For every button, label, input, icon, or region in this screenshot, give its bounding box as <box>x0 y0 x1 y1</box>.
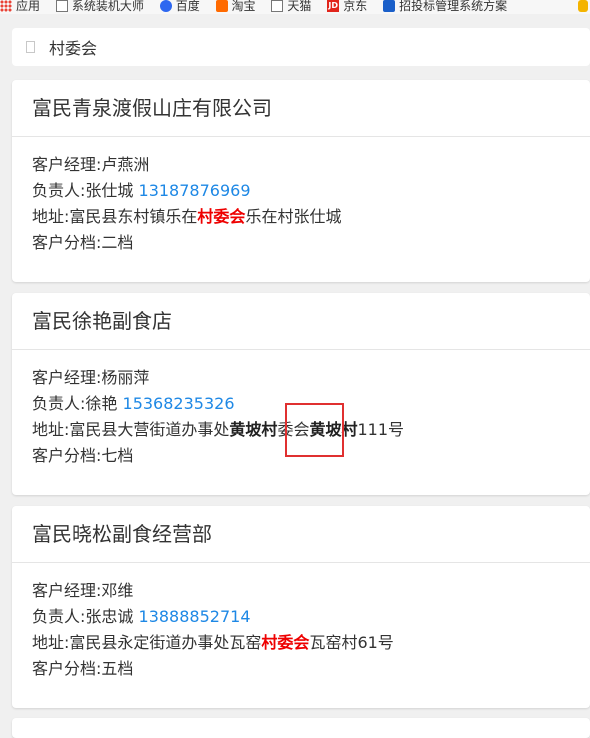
bookmarks-bar: 应用 系统装机大师 百度 淘宝 天猫 JD 京东 招投标管理系统方案 <box>0 0 590 14</box>
phone-link[interactable]: 13888852714 <box>139 607 251 626</box>
card-info: 客户经理:杨丽萍 负责人:徐艳 15368235326 地址:富民县大营街道办事… <box>32 365 404 469</box>
address-line: 地址:富民县东村镇乐在村委会乐在村张仕城 <box>32 204 341 230</box>
tier-line: 客户分档:五档 <box>32 656 394 682</box>
address-label: 地址: <box>32 207 70 226</box>
tier-label: 客户分档: <box>32 446 102 465</box>
tier-value: 二档 <box>101 233 134 252</box>
result-card[interactable]: 富民徐艳副食店 客户经理:杨丽萍 负责人:徐艳 15368235326 地址:富… <box>12 293 590 495</box>
person-value: 徐艳 <box>85 394 118 413</box>
search-bar <box>12 28 590 66</box>
person-label: 负责人: <box>32 181 86 200</box>
jd-icon: JD <box>327 0 340 12</box>
tier-line: 客户分档:二档 <box>32 230 341 256</box>
address-label: 地址: <box>32 420 70 439</box>
address-line: 地址:富民县永定街道办事处瓦窑村委会瓦窑村61号 <box>32 630 394 656</box>
card-info: 客户经理:邓维 负责人:张忠诚 13888852714 地址:富民县永定街道办事… <box>32 578 394 682</box>
phone-link[interactable]: 15368235326 <box>123 394 235 413</box>
baidu-paw-icon <box>159 0 172 12</box>
manager-line: 客户经理:卢燕洲 <box>32 152 341 178</box>
tier-label: 客户分档: <box>32 233 102 252</box>
phone-link[interactable]: 13187876969 <box>139 181 251 200</box>
manager-line: 客户经理:杨丽萍 <box>32 365 404 391</box>
address-text: 富民县大营街道办事处 <box>69 420 230 439</box>
result-card[interactable]: 富民晓松副食经营部 客户经理:邓维 负责人:张忠诚 13888852714 地址… <box>12 506 590 708</box>
bookmark-label: 京东 <box>343 0 368 13</box>
bookmark-system-master[interactable]: 系统装机大师 <box>55 0 144 13</box>
tier-value: 五档 <box>101 659 134 678</box>
bookmark-label: 应用 <box>16 0 41 13</box>
address-highlight: 黄坡村 <box>229 420 278 439</box>
divider <box>12 136 590 137</box>
annotation-highlight-box <box>285 403 344 457</box>
checkbox-icon <box>26 41 35 53</box>
result-card[interactable]: 富民青泉渡假山庄有限公司 客户经理:卢燕洲 负责人:张仕城 1318787696… <box>12 80 590 282</box>
person-line: 负责人:张忠诚 13888852714 <box>32 604 394 630</box>
address-text: 乐在村张仕城 <box>245 207 342 226</box>
manager-label: 客户经理: <box>32 581 102 600</box>
manager-line: 客户经理:邓维 <box>32 578 394 604</box>
manager-value: 邓维 <box>101 581 134 600</box>
divider <box>12 562 590 563</box>
paw-icon <box>383 0 396 12</box>
address-line: 地址:富民县大营街道办事处黄坡村委会黄坡村111号 <box>32 417 404 443</box>
bookmark-label: 招投标管理系统方案 <box>399 0 508 13</box>
address-highlight: 村委会 <box>197 207 246 226</box>
card-title: 富民徐艳副食店 <box>32 309 172 333</box>
extension-icon[interactable] <box>578 0 588 12</box>
manager-value: 杨丽萍 <box>101 368 150 387</box>
person-label: 负责人: <box>32 394 86 413</box>
tier-value: 七档 <box>101 446 134 465</box>
address-text: 111号 <box>357 420 405 439</box>
address-text: 瓦窑村61号 <box>309 633 394 652</box>
address-label: 地址: <box>32 633 70 652</box>
result-card[interactable] <box>12 718 590 738</box>
person-line: 负责人:张仕城 13187876969 <box>32 178 341 204</box>
person-label: 负责人: <box>32 607 86 626</box>
card-title: 富民晓松副食经营部 <box>32 522 212 546</box>
tier-line: 客户分档:七档 <box>32 443 404 469</box>
bookmark-baidu[interactable]: 百度 <box>159 0 200 13</box>
address-text: 富民县永定街道办事处瓦窑 <box>69 633 262 652</box>
bookmark-label: 淘宝 <box>231 0 256 13</box>
card-title: 富民青泉渡假山庄有限公司 <box>32 96 272 120</box>
bookmark-bidding[interactable]: 招投标管理系统方案 <box>383 0 507 12</box>
search-input[interactable] <box>49 37 549 57</box>
person-line: 负责人:徐艳 15368235326 <box>32 391 404 417</box>
address-text: 富民县东村镇乐在 <box>69 207 198 226</box>
person-value: 张仕城 <box>85 181 134 200</box>
page-icon <box>55 0 68 12</box>
bookmark-taobao[interactable]: 淘宝 <box>215 0 256 13</box>
manager-value: 卢燕洲 <box>101 155 150 174</box>
divider <box>12 349 590 350</box>
bookmark-tmall[interactable]: 天猫 <box>271 0 311 12</box>
page-icon <box>271 0 284 12</box>
bookmark-label: 系统装机大师 <box>71 0 144 13</box>
tier-label: 客户分档: <box>32 659 102 678</box>
apps-icon <box>0 0 12 12</box>
address-highlight: 村委会 <box>261 633 310 652</box>
person-value: 张忠诚 <box>85 607 134 626</box>
manager-label: 客户经理: <box>32 155 102 174</box>
card-info: 客户经理:卢燕洲 负责人:张仕城 13187876969 地址:富民县东村镇乐在… <box>32 152 341 256</box>
bookmark-label: 天猫 <box>287 0 312 13</box>
bookmark-label: 百度 <box>175 0 200 13</box>
bookmark-apps[interactable]: 应用 <box>0 0 40 12</box>
manager-label: 客户经理: <box>32 368 102 387</box>
bookmark-jd[interactable]: JD 京东 <box>327 0 367 12</box>
taobao-icon <box>215 0 228 12</box>
